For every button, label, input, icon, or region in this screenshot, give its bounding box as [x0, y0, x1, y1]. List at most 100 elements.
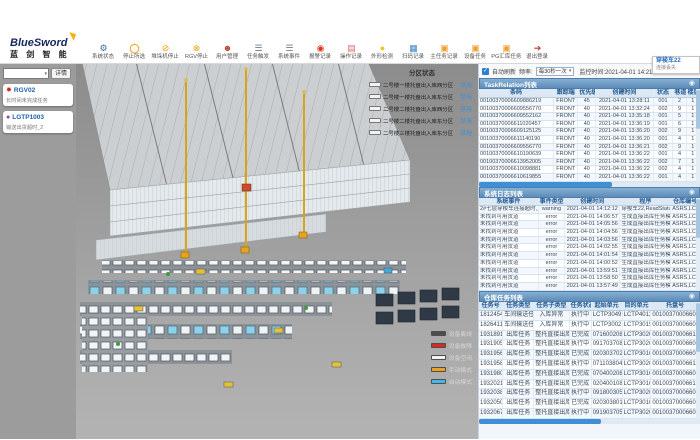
- cell: 00100370006610098881: [479, 166, 554, 173]
- table-row[interactable]: 00100370006609556770FRONT402021-04-01 13…: [479, 144, 700, 152]
- panel-settings-icon[interactable]: ◉: [689, 80, 695, 87]
- alert-card-lgtp1003[interactable]: ●LGTP1003 输送出货超时_2: [3, 111, 73, 133]
- table-row[interactable]: 1931891出库任务整托直接出库已完成0716002082LCTP302000…: [479, 331, 700, 341]
- table-row[interactable]: 未找到可用货道error2021-04-01 13:59:51生成直接出库任务模…: [479, 268, 700, 276]
- partition-disable-link[interactable]: 禁用: [460, 80, 472, 89]
- cell: 002: [654, 166, 674, 173]
- scrollbar-thumb[interactable]: [696, 199, 700, 238]
- table-row[interactable]: 00100370006609556770FRONT402021-04-01 13…: [479, 106, 700, 114]
- table-row[interactable]: 1932021出库任务整托直接出库已完成0204001082LCTP301600…: [479, 380, 700, 390]
- table-row[interactable]: 1932038出库任务整托直接出库执行中0918003052LCTP302000…: [479, 389, 700, 399]
- table-row[interactable]: 未找到可用货道error2021-04-01 14:02:55生成直接出库任务模…: [479, 244, 700, 252]
- column-header: 系统事件: [479, 198, 539, 205]
- cell: 出库任务: [503, 331, 534, 340]
- toolbar-item-stop-selected[interactable]: ◯停止所选: [119, 43, 150, 61]
- table-row[interactable]: 00100370006610190639FRONT402021-04-01 13…: [479, 151, 700, 159]
- toolbar-item-system-events[interactable]: ☰系统事件: [274, 43, 305, 61]
- device-filter-select[interactable]: ▾: [3, 68, 49, 79]
- warehouse-3d-scene[interactable]: 分区状态 二号楼一楼托盘出入库西分区禁用 二号楼一楼托盘出入库东分区禁用 二号楼…: [76, 64, 478, 439]
- table-row[interactable]: 1932067出库任务整托直接出库执行中0919037052LCTP302000…: [479, 409, 700, 419]
- table-row[interactable]: 2#七层穿梭车连接超时,正在恢复warning2021-04-01 14:12:…: [479, 206, 700, 214]
- partition-disable-link[interactable]: 禁用: [460, 92, 472, 101]
- cell: 00100370006609556770: [479, 144, 554, 151]
- toolbar-item-task-trigger[interactable]: ☰任务触发: [243, 43, 274, 61]
- cell: 生成直接出库任务模块: [620, 244, 671, 251]
- table-row[interactable]: 1931958出库任务整托直接出库执行中0711038042LCTP302000…: [479, 360, 700, 370]
- table-row[interactable]: 1931956出库任务整托直接出库已完成0203037022LCTP301600…: [479, 350, 700, 360]
- vertical-scrollbar[interactable]: [696, 89, 700, 182]
- horizontal-scrollbar[interactable]: [479, 419, 700, 424]
- table-row[interactable]: 1932050出库任务整托直接出库已完成0203038011LCTP301600…: [479, 399, 700, 409]
- horizontal-scrollbar[interactable]: [479, 182, 700, 187]
- table-row[interactable]: 00100370006609886219FRONT452021-04-01 13…: [479, 98, 700, 106]
- system-log-table: 系统事件事件类型创建时间程序仓库编号2#七层穿梭车连接超时,正在恢复warnin…: [479, 198, 700, 291]
- scrollbar-thumb[interactable]: [696, 303, 700, 352]
- table-row[interactable]: 1812454车间输送任务入库异常执行中LCTP3049LCTP40110010…: [479, 311, 700, 321]
- partition-checkbox[interactable]: [369, 118, 381, 123]
- toolbar-item-device-tasks[interactable]: ▣设备任务: [460, 43, 491, 61]
- system-status-icon: ⚙: [99, 43, 107, 54]
- table-row[interactable]: 00100370006609552162FRONT402021-04-01 13…: [479, 113, 700, 121]
- partition-checkbox[interactable]: [369, 94, 381, 99]
- toolbar-item-main-task-records[interactable]: ▣主任务记录: [429, 43, 460, 61]
- table-row[interactable]: 00100370006611020457FRONT402021-04-01 13…: [479, 121, 700, 129]
- table-row[interactable]: 00100370006613952005FRONT402021-04-01 13…: [479, 159, 700, 167]
- partition-checkbox[interactable]: [369, 82, 381, 87]
- toolbar-item-user-management[interactable]: ☻用户管理: [212, 43, 243, 61]
- table-row[interactable]: 未找到可用货道error2021-04-01 14:05:56生成直接出库任务模…: [479, 221, 700, 229]
- table-header-row: 任务号任务类型任务子类型任务状态起始单元目的单元托盘号: [479, 302, 700, 311]
- toolbar-item-label: 主任务记录: [431, 54, 459, 60]
- table-row[interactable]: 00100370006610619855FRONT402021-04-01 13…: [479, 174, 700, 182]
- alert-card-rgv02[interactable]: ✸RGV02 长时间未完成任务: [3, 84, 73, 106]
- table-row[interactable]: 00100370006611140190FRONT402021-04-01 13…: [479, 136, 700, 144]
- table-row[interactable]: 1931980出库任务整托直接出库已完成0704002081LCTP301600…: [479, 370, 700, 380]
- table-row[interactable]: 未找到可用货道error2021-04-01 14:06:57生成直接出库任务模…: [479, 214, 700, 222]
- table-row[interactable]: 1931905出库任务整托直接出库执行中0917037081LCTP302000…: [479, 340, 700, 350]
- partition-disable-link[interactable]: 禁用: [460, 104, 472, 113]
- toolbar-item-logout[interactable]: ➔退出登录: [522, 43, 553, 61]
- cell: 4: [673, 166, 686, 173]
- toolbar-item-pg-tasks[interactable]: ▣PG汇库任务: [491, 43, 522, 61]
- toolbar-item-alarm-records[interactable]: ◉报警记录: [305, 43, 336, 61]
- table-row[interactable]: 未找到可用货道error2021-04-01 14:04:56生成直接出库任务模…: [479, 229, 700, 237]
- cell: 生成直接出库任务模块: [620, 268, 671, 275]
- partition-checkbox[interactable]: [369, 106, 381, 111]
- table-row[interactable]: 未找到可用货道error2021-04-01 14:00:52生成直接出库任务模…: [479, 260, 700, 268]
- vertical-scrollbar[interactable]: [696, 198, 700, 291]
- partition-disable-link[interactable]: 禁用: [460, 128, 472, 137]
- device-alarm-icon: ●: [6, 114, 10, 121]
- auto-refresh-checkbox[interactable]: ✓: [482, 68, 489, 75]
- scrollbar-thumb[interactable]: [479, 182, 612, 187]
- legend-row: 手动模式: [431, 365, 472, 374]
- toolbar-item-label: 用户管理: [216, 54, 238, 60]
- table-row[interactable]: 未找到可用货道error2021-04-01 14:01:54生成直接出库任务模…: [479, 252, 700, 260]
- table-row[interactable]: 未找到可用货道error2021-04-01 13:58:50生成直接出库任务模…: [479, 275, 700, 283]
- panel-settings-icon[interactable]: ◉: [689, 293, 695, 300]
- table-row[interactable]: 00100370006609125125FRONT402021-04-01 13…: [479, 128, 700, 136]
- table-row[interactable]: 未找到可用货道error2021-04-01 13:57:49生成直接出库任务模…: [479, 283, 700, 291]
- table-row[interactable]: 00100370006610098881FRONT402021-04-01 13…: [479, 166, 700, 174]
- vertical-scrollbar[interactable]: [696, 302, 700, 419]
- toolbar-item-stacker-stop[interactable]: ⊘堆垛机停止: [150, 43, 181, 61]
- detail-button[interactable]: 详情: [51, 68, 71, 79]
- cell: 00100370006610190639: [479, 151, 554, 158]
- partition-checkbox[interactable]: [369, 130, 381, 135]
- toolbar-item-scan-records[interactable]: ▦扫码记录: [398, 43, 429, 61]
- cell: 2021-04-01 13:35:18: [596, 113, 653, 120]
- scrollbar-thumb[interactable]: [696, 90, 700, 129]
- cell: 0918003052: [592, 389, 623, 398]
- table-row[interactable]: 1826411车间输送任务入库异常执行中LCTP3002LCTP30150010…: [479, 321, 700, 331]
- toolbar-item-shape-detection[interactable]: ●外形检测: [367, 43, 398, 61]
- chevron-down-icon: ▾: [44, 71, 47, 77]
- refresh-frequency-select[interactable]: 每30秒一次▾: [536, 67, 575, 76]
- cell: 1826411: [479, 321, 503, 330]
- alarm-sidebar: ▾ 详情 ✸RGV02 长时间未完成任务 ●LGTP1003 输送出货超时_2: [0, 64, 76, 439]
- table-row[interactable]: 未找到可用货道error2021-04-01 14:03:56生成直接出库任务模…: [479, 237, 700, 245]
- partition-disable-link[interactable]: 禁用: [460, 116, 472, 125]
- toolbar-item-system-status[interactable]: ⚙系统状态: [88, 43, 119, 61]
- toolbar-item-operation-records[interactable]: ▤操作记录: [336, 43, 367, 61]
- scrollbar-thumb[interactable]: [479, 419, 601, 424]
- panel-settings-icon[interactable]: ◉: [689, 189, 695, 196]
- toolbar-item-rgv-stop[interactable]: ⊗RGV停止: [181, 43, 212, 61]
- cell: 未找到可用货道: [479, 221, 539, 228]
